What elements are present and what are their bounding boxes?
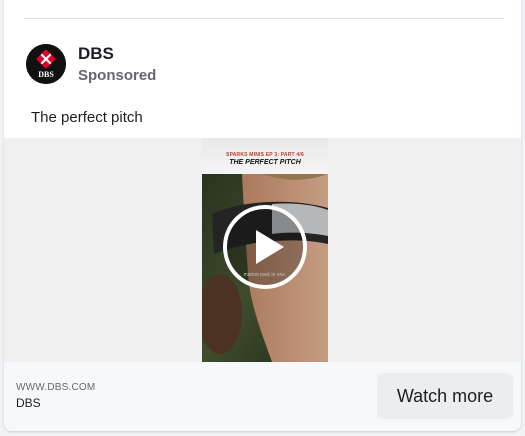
video-media-area[interactable]: SPARKS MINIS EP 3: PART 4/6 THE PERFECT …	[4, 138, 521, 362]
post-header: DBS DBS Sponsored	[26, 44, 156, 85]
watch-more-button[interactable]: Watch more	[377, 373, 513, 419]
video-player[interactable]: SPARKS MINIS EP 3: PART 4/6 THE PERFECT …	[202, 138, 328, 362]
avatar[interactable]: DBS	[26, 44, 66, 84]
sponsored-post-card: DBS DBS Sponsored The perfect pitch SPAR…	[4, 0, 521, 431]
advertiser-name[interactable]: DBS	[78, 44, 156, 64]
svg-text:DBS: DBS	[38, 70, 54, 79]
header-text: DBS Sponsored	[78, 44, 156, 85]
link-domain: WWW.DBS.COM	[16, 382, 96, 393]
sponsored-label[interactable]: Sponsored	[78, 67, 156, 85]
link-advertiser: DBS	[16, 396, 41, 410]
divider	[24, 18, 504, 19]
video-headline: THE PERFECT PITCH	[229, 159, 301, 166]
post-caption: The perfect pitch	[31, 109, 143, 126]
dbs-logo-icon: DBS	[26, 44, 66, 84]
play-icon[interactable]	[222, 204, 308, 290]
link-footer[interactable]: WWW.DBS.COM DBS Watch more	[4, 362, 521, 431]
video-kicker: SPARKS MINIS EP 3: PART 4/6	[226, 152, 304, 158]
